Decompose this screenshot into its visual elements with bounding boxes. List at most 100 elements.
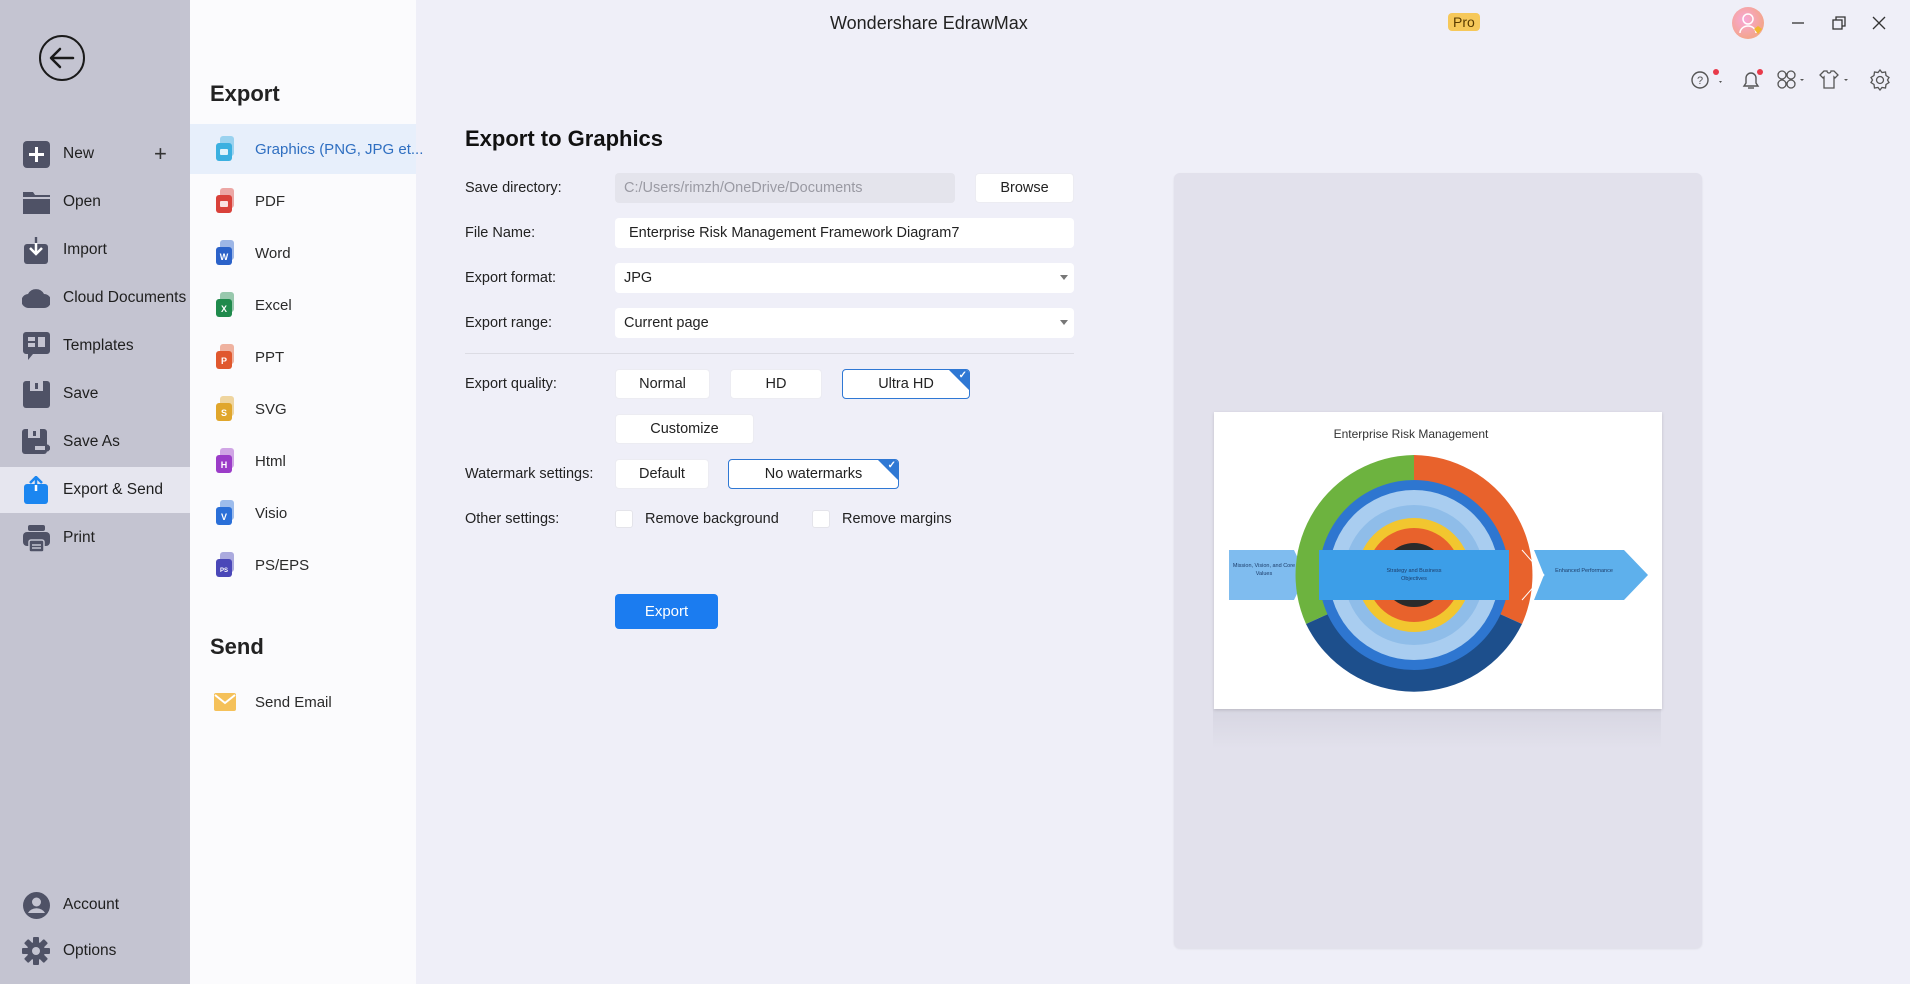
title-bar: Wondershare EdrawMax Pro [416, 0, 1910, 46]
watermark-label: Watermark settings: [465, 466, 594, 482]
svg-text:W: W [220, 252, 229, 262]
right-arrow-text: Enhanced Performance [1555, 568, 1613, 574]
other-settings-label: Other settings: [465, 511, 560, 527]
export-button[interactable]: Export [615, 594, 718, 629]
notifications-button[interactable] [1740, 69, 1766, 93]
nav-item-print[interactable]: Print [0, 515, 190, 561]
quality-customize-button[interactable]: Customize [615, 414, 754, 444]
sub-item-visio[interactable]: V Visio [190, 488, 416, 538]
erm-diagram: Enterprise Risk Management Mission, Visi… [1229, 427, 1648, 692]
sub-item-ps-eps[interactable]: PS PS/EPS [190, 540, 416, 590]
check-icon: ✓ [887, 460, 896, 471]
center-band-text: Strategy and Business Objectives [1386, 568, 1442, 582]
export-range-label: Export range: [465, 315, 553, 331]
sub-item-word[interactable]: W Word [190, 228, 416, 278]
pro-badge: Pro [1448, 13, 1480, 31]
nav-label: Account [63, 896, 120, 913]
watermark-default-button[interactable]: Default [615, 459, 709, 489]
nav-item-open[interactable]: Open [0, 179, 190, 225]
quality-customize-label: Customize [650, 421, 719, 437]
folder-icon [22, 188, 50, 216]
back-button[interactable] [39, 35, 85, 81]
svg-text:X: X [221, 304, 227, 314]
nav-label: Save As [63, 433, 120, 450]
nav-label: Export & Send [63, 481, 163, 498]
quality-normal-button[interactable]: Normal [615, 369, 710, 399]
export-quality-label: Export quality: [465, 376, 557, 392]
sub-item-html[interactable]: H Html [190, 436, 416, 486]
help-button[interactable]: ? [1690, 69, 1726, 91]
browse-label: Browse [1000, 180, 1049, 196]
sub-item-send-email[interactable]: Send Email [190, 677, 416, 727]
check-icon: ✓ [958, 370, 967, 381]
export-heading: Export [210, 81, 280, 106]
file-name-label: File Name: [465, 225, 536, 241]
account-icon [22, 891, 50, 919]
send-heading: Send [210, 634, 264, 659]
theme-button[interactable] [1818, 69, 1852, 91]
apps-grid-icon [1777, 70, 1804, 89]
nav-label: Open [63, 193, 101, 210]
file-type-icon: P [214, 344, 236, 370]
export-format-select[interactable]: JPG [615, 263, 1074, 293]
plus-square-icon [22, 140, 50, 168]
new-plus-icon[interactable]: + [154, 141, 167, 167]
nav-item-options[interactable]: Options [0, 928, 190, 974]
nav-item-templates[interactable]: Templates [0, 323, 190, 369]
sub-item-svg[interactable]: S SVG [190, 384, 416, 434]
sub-item-excel[interactable]: X Excel [190, 280, 416, 330]
nav-item-account[interactable]: Account [0, 882, 190, 928]
gear-icon [22, 937, 50, 965]
nav-item-import[interactable]: Import [0, 227, 190, 273]
nav-label: Templates [63, 337, 134, 354]
sub-item-graphics[interactable]: Graphics (PNG, JPG et... [190, 124, 423, 174]
export-submenu: Export Graphics (PNG, JPG et... PDF W Word X… [190, 0, 423, 984]
file-name-value: Enterprise Risk Management Framework Dia… [629, 225, 960, 241]
file-type-icon [214, 188, 236, 214]
browse-button[interactable]: Browse [975, 173, 1074, 203]
remove-background-checkbox[interactable] [615, 510, 633, 528]
svg-text:S: S [221, 408, 227, 418]
minimize-button[interactable] [1785, 10, 1811, 36]
svg-text:H: H [221, 460, 228, 470]
chevron-down-icon [1060, 320, 1068, 325]
nav-item-export-send[interactable]: Export & Send [0, 467, 190, 513]
sub-item-ppt[interactable]: P PPT [190, 332, 416, 382]
sub-item-label: PPT [255, 348, 285, 366]
export-icon [22, 476, 50, 504]
svg-text:PS: PS [220, 568, 228, 574]
save-icon [22, 380, 50, 408]
remove-margins-checkbox[interactable] [812, 510, 830, 528]
user-avatar[interactable] [1732, 7, 1764, 39]
quality-normal-label: Normal [639, 376, 686, 392]
restore-button[interactable] [1826, 10, 1852, 36]
sub-item-label: SVG [255, 400, 287, 418]
file-type-icon: X [214, 292, 236, 318]
watermark-none-button[interactable]: No watermarks ✓ [728, 459, 899, 489]
file-type-icon: W [214, 240, 236, 266]
shirt-icon [1819, 70, 1848, 89]
app-title: Wondershare EdrawMax [830, 13, 1028, 33]
nav-label: Save [63, 385, 99, 402]
nav-item-save-as[interactable]: Save As [0, 419, 190, 465]
help-icon: ? [1691, 69, 1722, 89]
nav-label: Print [63, 529, 95, 546]
svg-text:P: P [221, 356, 227, 366]
save-directory-label: Save directory: [465, 180, 562, 196]
sub-item-pdf[interactable]: PDF [190, 176, 416, 226]
nav-label: Cloud Documents [63, 289, 187, 306]
cloud-icon [22, 284, 50, 312]
nav-item-cloud-documents[interactable]: Cloud Documents [0, 275, 190, 321]
apps-button[interactable] [1776, 69, 1810, 91]
nav-item-new[interactable]: New + [0, 131, 190, 177]
save-directory-field: C:/Users/rimzh/OneDrive/Documents [615, 173, 955, 203]
close-button[interactable] [1866, 10, 1892, 36]
file-name-input[interactable]: Enterprise Risk Management Framework Dia… [615, 218, 1074, 248]
quality-hd-button[interactable]: HD [730, 369, 822, 399]
sub-item-label: Html [255, 452, 286, 470]
file-type-icon: H [214, 448, 236, 474]
quality-ultra-hd-button[interactable]: Ultra HD ✓ [842, 369, 970, 399]
settings-button[interactable] [1869, 68, 1891, 92]
export-range-select[interactable]: Current page [615, 308, 1074, 338]
nav-item-save[interactable]: Save [0, 371, 190, 417]
